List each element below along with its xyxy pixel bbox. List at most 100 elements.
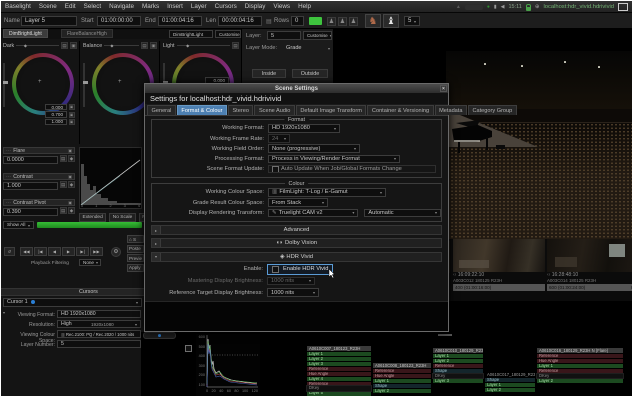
cursor-chip[interactable] [143,332,176,339]
end-field[interactable]: 01:00:04:16 [158,16,202,26]
menu-icon[interactable]: ▣ [66,148,72,153]
clip-thumbnail[interactable] [547,239,632,272]
timeline-strip[interactable]: Layer 4 [307,377,371,381]
customise-dropdown[interactable]: Customise▾ [215,30,241,38]
menu-icon[interactable]: ▣ [66,174,72,179]
timeline-strip[interactable]: Reference [373,369,431,373]
timeline-strip[interactable]: Layer 1 [485,383,535,387]
reset-icon[interactable]: ▤ [61,42,68,49]
clip-frame-bar[interactable]: 600 (01:00:24:00) [547,284,632,291]
contrast-value[interactable]: 1.000 [3,182,58,190]
len-field[interactable]: 00:00:04:16 [218,16,262,26]
timeline-strip[interactable]: Reference [307,382,371,386]
side-button[interactable]: Previe [127,254,144,262]
inside-button[interactable]: Inside [252,69,286,78]
timeline-strip[interactable]: Layer 3 [307,362,371,366]
white-piece-button[interactable]: ♝ [383,14,399,28]
menu-item[interactable]: Navigate [105,3,138,10]
timeline-strip[interactable]: Reference [307,367,371,371]
timeline-strip[interactable]: Layer 2 [307,357,371,361]
clip-header[interactable]: A0610C016_180129_R23H N (Flare) [537,348,623,353]
menu-item[interactable]: Insert [163,3,187,10]
wheel-value-field[interactable]: 1.000 [45,119,67,125]
timeline-strip[interactable]: Layer 3 [433,379,483,383]
menu-item[interactable]: Scene [35,3,61,10]
transport-button[interactable]: ◀◀ [20,247,33,256]
timeline-scrollbar[interactable] [438,334,452,336]
timeline-strip[interactable]: Layer 2 [485,388,535,392]
hdr-vivid-section[interactable]: ▾ ◈HDR Vivid [151,252,442,262]
reset-icon[interactable]: ▤ [232,42,239,49]
menu-icon[interactable]: ▣ [70,42,77,49]
timeline-strip[interactable]: Reference [537,369,623,373]
transport-button[interactable]: ◀ [48,247,61,256]
dialog-tab[interactable]: Format & Colour [177,105,227,115]
timeline-strip[interactable]: Layer 2 [373,389,431,393]
reset-value-icon[interactable]: ▣ [69,119,75,125]
reset-icon[interactable]: ▤ [60,207,67,214]
dialog-tab[interactable]: Category Group [468,105,517,115]
mark-icon-3[interactable]: ♟ [349,17,358,26]
keyframe-icon[interactable]: ◆ [68,207,75,214]
transport-button[interactable]: |◀ [34,247,47,256]
clip-1[interactable]: ‹‹ 16:09:22:10 A003C012 180125 R23H 400 … [453,239,545,291]
contrast-pivot-value[interactable]: 0.390 [3,208,58,216]
keyframe-icon[interactable]: ◆ [68,181,75,188]
viewing-format-field[interactable]: HD 1920x1080 [57,310,141,318]
dialog-tab[interactable]: Metadata [435,105,467,115]
timeline-strip[interactable]: Layer 1 [373,379,431,383]
reset-icon[interactable]: ▤ [60,155,67,162]
wheel-value-field[interactable]: 0.000 [45,104,67,110]
transport-button[interactable]: ▶ [62,247,75,256]
reset-icon[interactable]: ▤ [141,42,148,49]
rows-field[interactable]: 0 [291,16,304,26]
expand-arrow-icon[interactable]: ▸ [152,226,161,234]
name-field[interactable]: Layer 5 [21,16,77,26]
contrast-histogram[interactable]: 01234 [79,147,142,209]
side-button[interactable]: ⌂ S [127,235,144,243]
working-colour-space-dropdown[interactable]: ▥ FilmLight: T-Log / E-Gamut▾ [268,188,386,197]
red-piece-button[interactable]: ♞ [365,14,381,28]
side-button[interactable]: Poste [127,245,144,253]
transport-button[interactable]: ▶| [76,247,89,256]
drt-dropdown[interactable]: ✎ Truelight CAM v2▾ [268,209,358,218]
timeline-strip[interactable]: Hue Angle [537,359,623,363]
viewing-colour-space-dropdown[interactable]: ▥ Rec.2100: PQ / Rec.2020 / 1000 nits [57,330,141,338]
dialog-tab[interactable]: Stereo [228,105,253,115]
layer-field[interactable]: 5 [267,31,301,40]
collapse-arrow-icon[interactable]: ▾ [152,253,161,261]
dialog-tab[interactable]: Scene Audio [254,105,294,115]
menu-icon[interactable]: ▣ [150,42,157,49]
reference-brightness-dropdown[interactable]: 1000 nits▾ [267,288,319,297]
timeline-strip[interactable]: DKey [537,374,623,378]
timeline-strip[interactable]: Shape [373,384,431,388]
slider-handle-icon[interactable]: ◆ [186,43,189,48]
menu-item[interactable]: Baselight [1,3,35,10]
mark-icon-1[interactable]: ♟ [327,17,336,26]
clip-header[interactable]: A0610C017_180129_R23H N [485,372,535,377]
reset-value-icon[interactable]: ▣ [69,104,75,110]
timeline-strip[interactable]: DKey [433,374,483,378]
expand-arrow-icon[interactable]: ▸ [152,239,161,247]
show-all-dropdown[interactable]: Show All▾ [3,221,34,229]
menu-item[interactable]: Edit [61,3,80,10]
tools-button[interactable]: ⚙ [111,247,121,257]
timeline-strip[interactable]: Layer 2 [433,359,483,363]
timeline-strip[interactable]: Hue Angle [373,374,431,378]
layer-customise-dropdown[interactable]: Customise▾ [303,31,332,40]
layer-mode-value[interactable]: Grade [286,45,302,51]
playback-filtering-dropdown[interactable]: None▾ [79,259,101,266]
slider-handle-icon[interactable]: ◆ [110,43,113,48]
menu-icon[interactable]: ▣ [66,200,72,205]
wheel-slider[interactable]: ◆ [16,45,59,46]
hist-option-button[interactable]: Extended [79,213,106,222]
mark-icon-2[interactable]: ♟ [338,17,347,26]
drt-mode-dropdown[interactable]: Automatic▾ [364,209,441,218]
keyframe-icon[interactable]: ◆ [68,155,75,162]
status-swatch[interactable] [309,17,322,25]
tab-grade-2[interactable]: FlareBalanceHigh [61,29,113,38]
timeline-strip[interactable]: Layer 1 [433,354,483,358]
working-format-dropdown[interactable]: HD 1920x1080▾ [268,124,340,133]
dolby-vision-section[interactable]: ▸ ◖◗Dolby Vision [151,238,442,248]
resolution-dropdown[interactable]: High 1920x1080 ▾ [57,320,141,328]
